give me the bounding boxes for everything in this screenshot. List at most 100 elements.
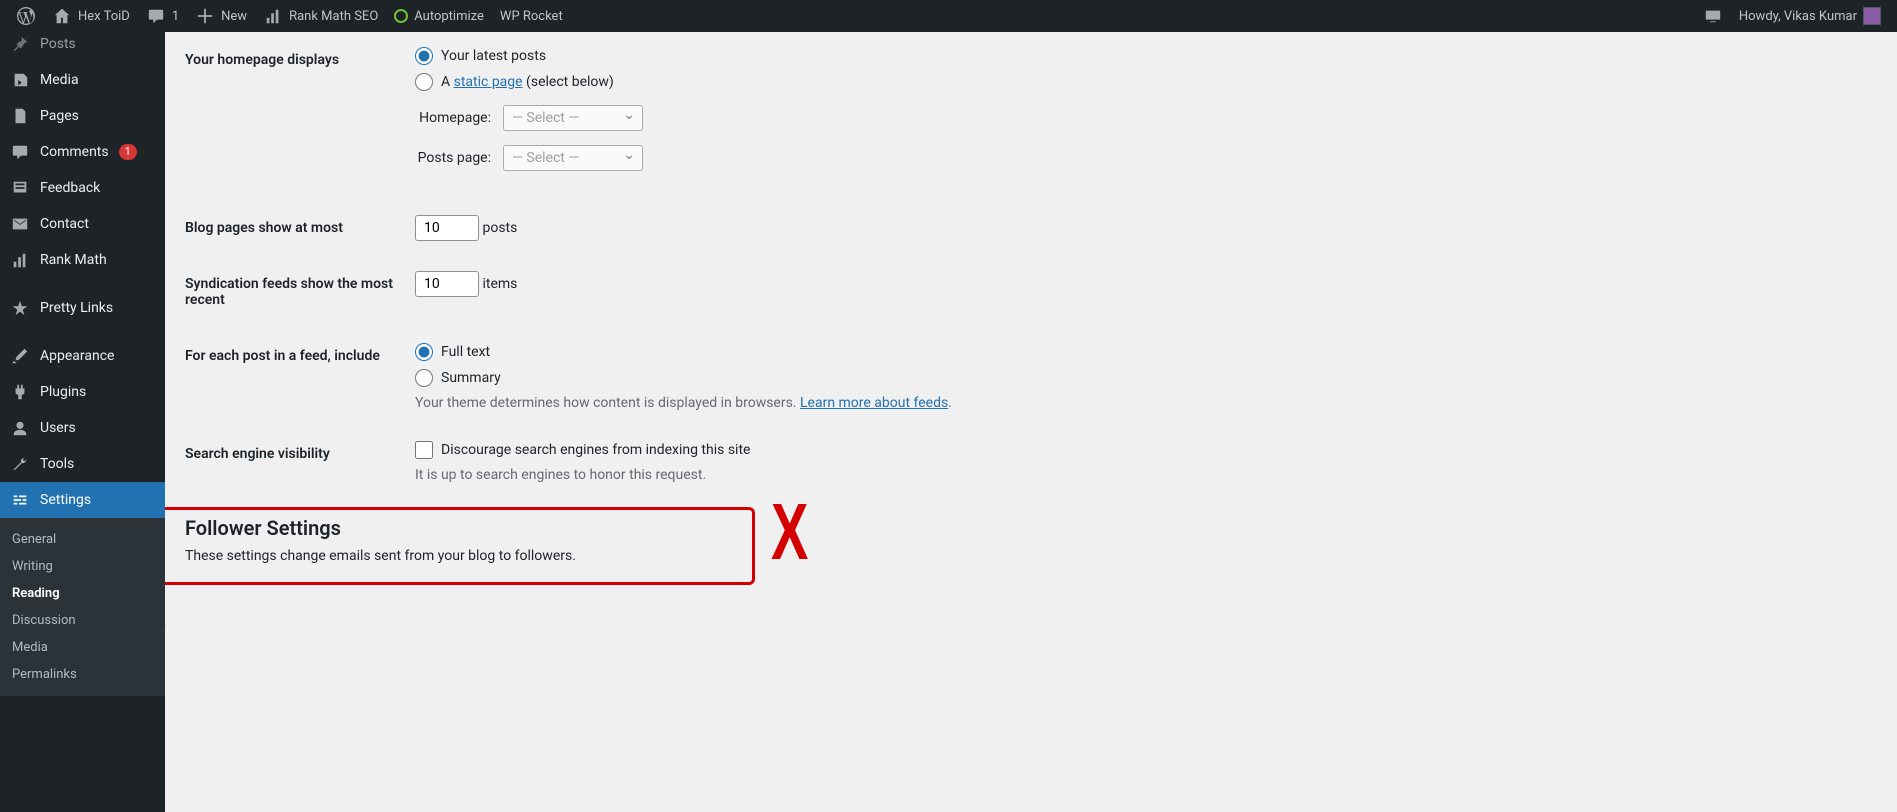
sliders-icon	[10, 490, 30, 510]
sev-checkbox[interactable]	[415, 441, 433, 459]
blog-pages-label: Blog pages show at most	[185, 200, 405, 256]
media-icon	[10, 70, 30, 90]
plug-icon	[10, 382, 30, 402]
sidebar-item-rankmath[interactable]: Rank Math	[0, 242, 165, 278]
sidebar-item-label: Appearance	[40, 348, 114, 364]
submenu-writing[interactable]: Writing	[0, 553, 165, 580]
sidebar-item-label: Contact	[40, 216, 89, 232]
sev-label: Search engine visibility	[185, 426, 405, 498]
circle-icon	[394, 9, 408, 23]
submenu-permalinks[interactable]: Permalinks	[0, 661, 165, 688]
settings-submenu: General Writing Reading Discussion Media…	[0, 518, 165, 696]
radio-label: Full text	[441, 344, 490, 360]
autoptimize-link[interactable]: Autoptimize	[386, 0, 492, 32]
rankmath-label: Rank Math SEO	[289, 9, 378, 24]
annotation-arrow-icon	[165, 552, 170, 632]
submenu-reading[interactable]: Reading	[0, 580, 165, 607]
static-page-link[interactable]: static page	[454, 74, 523, 90]
blog-pages-suffix: posts	[482, 220, 517, 236]
pin-icon	[10, 34, 30, 54]
sidebar-item-pages[interactable]: Pages	[0, 98, 165, 134]
radio-input[interactable]	[415, 73, 433, 91]
admin-bar: Hex ToiD 1 New Rank Math SEO Autoptimize…	[0, 0, 1897, 32]
brush-icon	[10, 346, 30, 366]
radio-fulltext[interactable]: Full text	[415, 343, 1867, 361]
sidebar-item-label: Plugins	[40, 384, 86, 400]
admin-sidebar: Posts Media Pages Comments 1 Feedback Con…	[0, 32, 165, 812]
sev-description: It is up to search engines to honor this…	[415, 467, 1867, 483]
sev-checkbox-label[interactable]: Discourage search engines from indexing …	[415, 441, 1867, 459]
email-icon	[10, 214, 30, 234]
avatar	[1863, 7, 1881, 25]
syndication-input[interactable]	[415, 271, 479, 297]
star-icon	[10, 298, 30, 318]
learn-more-link[interactable]: Learn more about feeds	[800, 395, 948, 411]
screen-icon	[1703, 6, 1723, 26]
new-label: New	[221, 9, 247, 24]
sidebar-item-contact[interactable]: Contact	[0, 206, 165, 242]
feed-description: Your theme determines how content is dis…	[415, 395, 1867, 411]
sidebar-item-label: Settings	[40, 492, 91, 508]
blog-pages-input[interactable]	[415, 215, 479, 241]
site-name: Hex ToiD	[78, 9, 130, 24]
homepage-displays-label: Your homepage displays	[185, 32, 405, 200]
sidebar-item-users[interactable]: Users	[0, 410, 165, 446]
howdy: Howdy, Vikas Kumar	[1739, 9, 1857, 24]
comment-icon	[146, 6, 166, 26]
annotation-box	[165, 507, 755, 585]
submenu-discussion[interactable]: Discussion	[0, 607, 165, 634]
radio-latest-posts[interactable]: Your latest posts	[415, 47, 1867, 65]
syndication-suffix: items	[482, 276, 517, 292]
chart-bar-icon	[10, 250, 30, 270]
sidebar-item-posts[interactable]: Posts	[0, 26, 165, 62]
submenu-media[interactable]: Media	[0, 634, 165, 661]
comments-badge: 1	[119, 144, 137, 160]
notifications-link[interactable]	[1695, 0, 1731, 32]
sidebar-item-label: Pages	[40, 108, 79, 124]
wprocket-label: WP Rocket	[500, 9, 563, 24]
sidebar-item-settings[interactable]: Settings	[0, 482, 165, 518]
sidebar-item-label: Pretty Links	[40, 300, 113, 316]
sidebar-item-label: Rank Math	[40, 252, 107, 268]
main-content: Your homepage displays Your latest posts…	[165, 32, 1897, 812]
sidebar-item-prettylinks[interactable]: Pretty Links	[0, 290, 165, 326]
wprocket-link[interactable]: WP Rocket	[492, 0, 571, 32]
new-content-link[interactable]: New	[187, 0, 255, 32]
homepage-select[interactable]: — Select —	[503, 105, 643, 131]
syndication-label: Syndication feeds show the most recent	[185, 256, 405, 328]
sidebar-item-feedback[interactable]: Feedback	[0, 170, 165, 206]
radio-input[interactable]	[415, 369, 433, 387]
postspage-select-label: Posts page:	[415, 150, 491, 166]
radio-static-page[interactable]: A static page (select below)	[415, 73, 1867, 91]
sidebar-item-label: Posts	[40, 36, 76, 52]
sidebar-item-comments[interactable]: Comments 1	[0, 134, 165, 170]
feed-include-label: For each post in a feed, include	[185, 328, 405, 426]
sidebar-item-label: Users	[40, 420, 76, 436]
radio-input[interactable]	[415, 343, 433, 361]
wrench-icon	[10, 454, 30, 474]
sidebar-item-plugins[interactable]: Plugins	[0, 374, 165, 410]
sidebar-item-appearance[interactable]: Appearance	[0, 338, 165, 374]
radio-label: Your latest posts	[441, 48, 546, 64]
feedback-icon	[10, 178, 30, 198]
checkbox-label: Discourage search engines from indexing …	[441, 442, 750, 458]
sidebar-item-tools[interactable]: Tools	[0, 446, 165, 482]
sidebar-item-media[interactable]: Media	[0, 62, 165, 98]
submenu-general[interactable]: General	[0, 526, 165, 553]
sidebar-item-label: Comments	[40, 144, 109, 160]
sidebar-item-label: Media	[40, 72, 79, 88]
postspage-select[interactable]: — Select —	[503, 145, 643, 171]
plus-icon	[195, 6, 215, 26]
autoptimize-label: Autoptimize	[414, 9, 484, 24]
radio-label: A static page (select below)	[441, 74, 614, 90]
annotation-x-icon: X	[771, 486, 808, 578]
user-icon	[10, 418, 30, 438]
radio-input[interactable]	[415, 47, 433, 65]
rankmath-link[interactable]: Rank Math SEO	[255, 0, 386, 32]
comment-icon	[10, 142, 30, 162]
account-link[interactable]: Howdy, Vikas Kumar	[1731, 0, 1889, 32]
radio-summary[interactable]: Summary	[415, 369, 1867, 387]
comment-count: 1	[172, 9, 179, 24]
sidebar-item-label: Feedback	[40, 180, 100, 196]
home-icon	[52, 6, 72, 26]
